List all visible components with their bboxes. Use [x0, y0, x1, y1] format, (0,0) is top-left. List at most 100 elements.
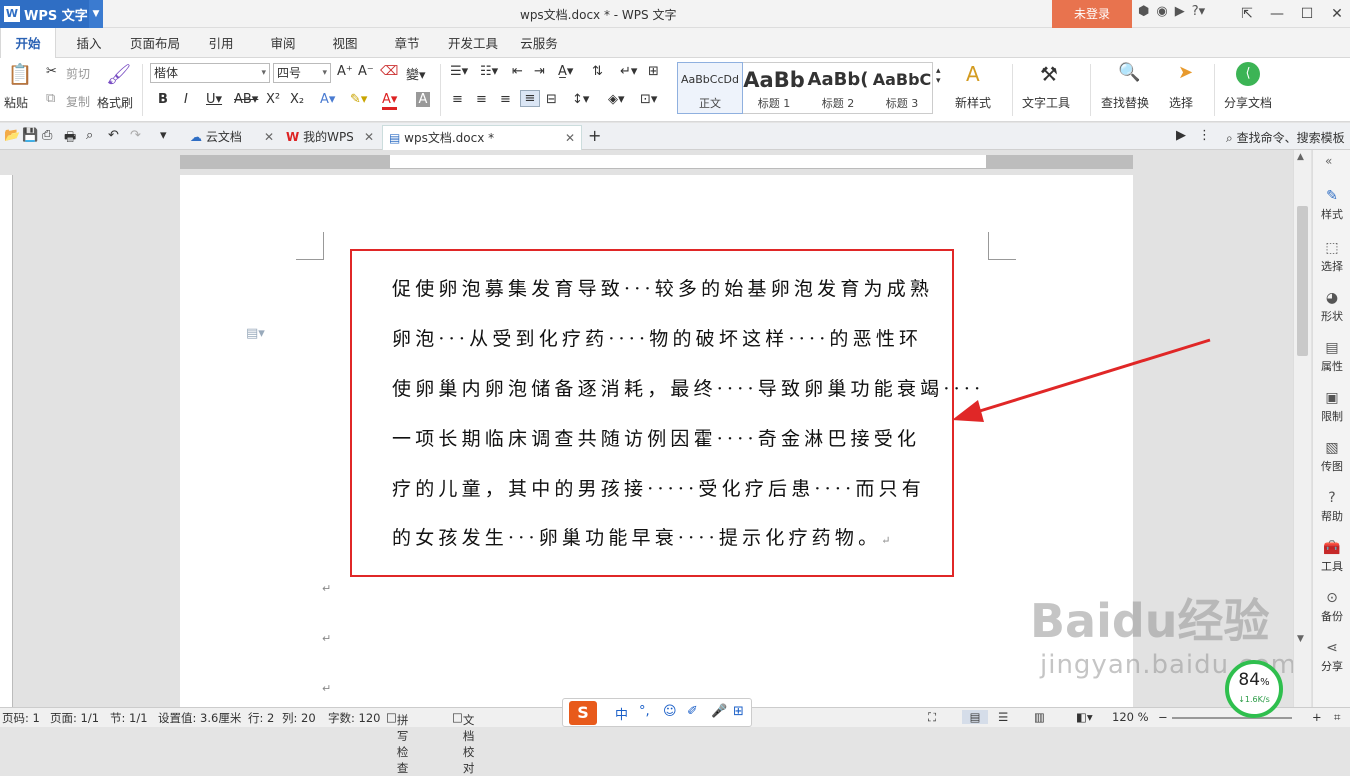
show-marks-icon[interactable]: ↵▾	[620, 64, 637, 79]
collapse-pane-icon[interactable]: «	[1325, 154, 1332, 168]
skin-icon[interactable]: ⬢	[1138, 4, 1149, 19]
scroll-up-icon[interactable]: ▲	[1297, 152, 1304, 162]
ime-skin-icon[interactable]: ✐	[687, 704, 698, 719]
tab-view[interactable]: 视图	[318, 28, 372, 58]
sidebar-item-shape[interactable]: ◕ 形状	[1313, 290, 1350, 324]
video-icon[interactable]: ▶	[1176, 128, 1186, 143]
text-effect-icon[interactable]: A▾	[320, 92, 335, 107]
app-menu-button[interactable]: W WPS 文字 ▼	[0, 0, 103, 28]
sort-icon[interactable]: ⇅	[592, 64, 603, 79]
sidebar-item-select[interactable]: ⬚ 选择	[1313, 240, 1350, 274]
bold-icon[interactable]: B	[158, 92, 168, 107]
zoom-fit-icon[interactable]: ⌗	[1334, 710, 1340, 725]
chevron-down-icon[interactable]: ▼	[89, 0, 103, 28]
tab-cloud-doc[interactable]: ☁ 云文档 ✕	[184, 125, 280, 150]
help-icon[interactable]: ?▾	[1192, 4, 1205, 19]
highlight-icon[interactable]: ✎▾	[350, 92, 367, 107]
close-tab-icon[interactable]: ✕	[364, 125, 374, 149]
status-word-count[interactable]: 字数: 120	[328, 710, 380, 726]
italic-icon[interactable]: I	[184, 92, 188, 107]
outline-view-icon[interactable]: ☰	[998, 710, 1008, 724]
paragraph-layout-icon[interactable]: ▤▾	[246, 326, 265, 341]
maximize-icon[interactable]: ☐	[1292, 0, 1322, 28]
shading-icon[interactable]: ◈▾	[608, 92, 625, 107]
vertical-ruler[interactable]	[0, 175, 13, 707]
style-normal[interactable]: AaBbCcDd 正文	[677, 62, 743, 114]
ime-chinese-mode-icon[interactable]: 中	[615, 704, 628, 723]
feedback-icon[interactable]: ◉	[1156, 4, 1167, 19]
style-scroll-icon[interactable]: ▴ ▾	[936, 66, 941, 86]
paste-icon[interactable]: 📋	[6, 62, 34, 86]
increase-indent-icon[interactable]: ⇥	[534, 64, 545, 79]
tab-start[interactable]: 开始	[0, 28, 56, 59]
cut-button[interactable]: 剪切	[66, 65, 90, 82]
text-tools-button[interactable]: 文字工具	[1022, 94, 1070, 111]
export-pdf-icon[interactable]: ⎙	[42, 128, 52, 143]
numbering-icon[interactable]: ☷▾	[480, 64, 498, 79]
print-preview-icon[interactable]: ⌕	[86, 128, 93, 143]
network-speed-widget[interactable]: 84% ↓1.6K/s	[1225, 660, 1283, 718]
new-style-button[interactable]: 新样式	[955, 94, 991, 111]
open-icon[interactable]: 📂	[4, 128, 20, 143]
page-view-icon[interactable]: ▤	[962, 710, 988, 724]
zoom-level[interactable]: 120 %	[1112, 710, 1149, 724]
tab-review[interactable]: 审阅	[256, 28, 310, 58]
undo-icon[interactable]: ↶	[108, 128, 119, 143]
sidebar-item-restrict[interactable]: ▣ 限制	[1313, 390, 1350, 424]
sidebar-item-tools[interactable]: 🧰 工具	[1313, 540, 1350, 574]
align-right-icon[interactable]: ≡	[500, 92, 511, 107]
zoom-out-icon[interactable]: −	[1158, 710, 1168, 724]
sogou-logo-icon[interactable]: S	[569, 701, 597, 725]
text-line[interactable]: 的女孩发生···卵巢功能早衰····提示化疗药物。↵	[392, 523, 895, 550]
tab-my-wps[interactable]: W 我的WPS ✕	[280, 125, 380, 150]
tab-chapter[interactable]: 章节	[380, 28, 434, 58]
ime-voice-icon[interactable]: 🎤	[711, 704, 727, 719]
share-icon[interactable]: ▶	[1175, 4, 1185, 19]
phonetic-icon[interactable]: 變▾	[406, 64, 426, 83]
proofread-toggle[interactable]: □ 文档校对	[452, 710, 474, 775]
sidebar-item-property[interactable]: ▤ 属性	[1313, 340, 1350, 374]
minimize-icon[interactable]: —	[1262, 0, 1292, 28]
shrink-font-icon[interactable]: A⁻	[358, 64, 374, 79]
text-line[interactable]: 疗的儿童，其中的男孩接·····受化疗后患····而只有	[392, 474, 925, 501]
ime-punctuation-icon[interactable]: °,	[639, 704, 650, 719]
align-left-icon[interactable]: ≡	[452, 92, 463, 107]
vertical-scrollbar[interactable]: ▲ ▼	[1293, 150, 1311, 707]
distribute-icon[interactable]: ⊟	[546, 92, 557, 107]
find-replace-button[interactable]: 查找替换	[1101, 94, 1149, 111]
align-center-icon[interactable]: ≡	[476, 92, 487, 107]
subscript-icon[interactable]: X₂	[290, 92, 304, 107]
border-icon[interactable]: ⊡▾	[640, 92, 657, 107]
command-search[interactable]: ⌕ 查找命令、搜索模板	[1226, 129, 1345, 146]
bullets-icon[interactable]: ☰▾	[450, 64, 468, 79]
font-color-icon[interactable]: A▾	[382, 92, 398, 110]
line-spacing-icon[interactable]: ↕▾	[572, 92, 589, 107]
fullscreen-icon[interactable]: ⛶	[928, 710, 936, 725]
strikethrough-icon[interactable]: AB▾	[234, 92, 258, 107]
close-icon[interactable]: ✕	[1322, 0, 1350, 28]
select-button[interactable]: 选择	[1169, 94, 1193, 111]
text-line[interactable]: 使卵巢内卵泡储备逐消耗，最终····导致卵巢功能衰竭····	[392, 374, 984, 401]
read-view-icon[interactable]: ▥	[1034, 710, 1045, 724]
new-tab-icon[interactable]: +	[588, 126, 601, 145]
horizontal-ruler[interactable]	[180, 155, 1133, 169]
scroll-thumb[interactable]	[1297, 206, 1308, 356]
tab-reference[interactable]: 引用	[194, 28, 248, 58]
sidebar-item-upload-image[interactable]: ▧ 传图	[1313, 440, 1350, 474]
style-heading3[interactable]: AaBbC 标题 3	[870, 63, 934, 113]
grow-font-icon[interactable]: A⁺	[337, 64, 353, 79]
tab-cloud[interactable]: 云服务	[512, 28, 566, 58]
paste-button[interactable]: 粘贴	[4, 94, 28, 111]
close-tab-icon[interactable]: ✕	[264, 125, 274, 149]
sidebar-item-help[interactable]: ? 帮助	[1313, 490, 1350, 524]
font-size-select[interactable]: 四号	[273, 63, 331, 83]
justify-icon[interactable]: ≡	[520, 90, 540, 107]
tab-insert[interactable]: 插入	[62, 28, 116, 58]
tab-wps-document[interactable]: ▤ wps文档.docx * ✕	[382, 125, 582, 150]
text-line[interactable]: 一项长期临床调查共随访例因霍····奇金淋巴接受化	[392, 424, 920, 451]
char-shading-icon[interactable]: A	[416, 92, 430, 107]
share-doc-button[interactable]: 分享文档	[1224, 94, 1272, 111]
spell-check-toggle[interactable]: □ 拼写检查	[386, 710, 408, 775]
close-tab-icon[interactable]: ✕	[565, 126, 575, 150]
style-heading2[interactable]: AaBb( 标题 2	[806, 63, 870, 113]
